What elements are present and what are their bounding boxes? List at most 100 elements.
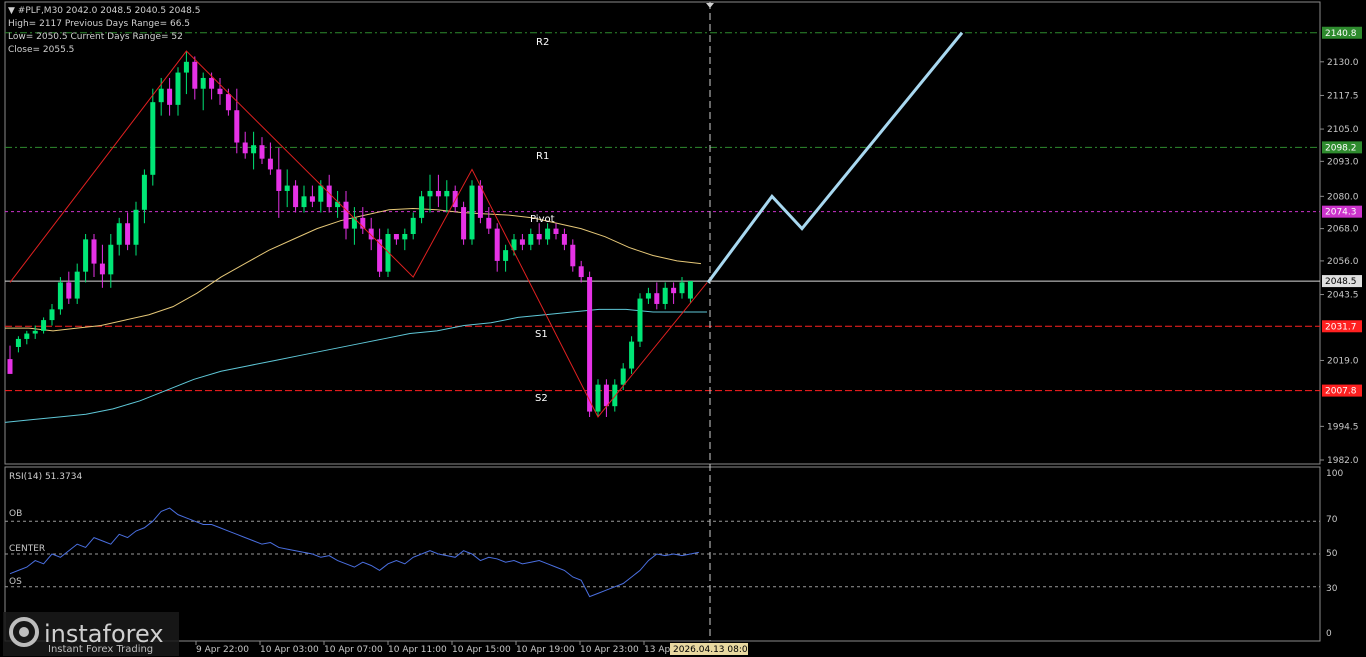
forecast-path	[706, 31, 964, 284]
candle-body	[553, 228, 559, 234]
candle-body	[595, 384, 601, 412]
candle-body	[393, 234, 399, 240]
price-tag-s2: 2007.8	[1325, 387, 1357, 397]
candle-body	[158, 88, 164, 103]
candle-body	[620, 368, 626, 385]
level-label-r2: R2	[536, 37, 549, 48]
candle-body	[410, 217, 416, 234]
candle-body	[183, 61, 189, 73]
zigzag-polyline	[9, 50, 708, 418]
level-label-s1: S1	[535, 329, 548, 340]
candle-body	[318, 185, 324, 202]
candle-body	[234, 110, 240, 143]
candle-body	[251, 145, 257, 154]
time-tick-label: 9 Apr 22:00	[196, 645, 249, 655]
candle-body	[66, 282, 72, 299]
candle-body	[167, 88, 173, 105]
rsi-scale-30: 30	[1326, 584, 1338, 594]
candle-body	[141, 174, 147, 210]
candle-body	[587, 277, 593, 412]
rsi-ob-label: OB	[9, 509, 22, 519]
candle-body	[150, 102, 156, 175]
instaforex-logo: instaforex Instant Forex Trading	[3, 612, 179, 656]
rsi-os-label: OS	[9, 577, 22, 587]
candle-body	[427, 190, 433, 197]
candle-body	[41, 320, 47, 331]
price-tick-label: 2093.0	[1327, 157, 1359, 167]
candle-body	[301, 196, 307, 208]
candle-body	[561, 234, 567, 245]
candle-body	[217, 88, 223, 95]
price-tag-pivot: 2074.3	[1325, 208, 1357, 218]
candle-body	[335, 201, 341, 208]
candle-body	[276, 169, 282, 191]
rsi-scale-70: 70	[1326, 515, 1338, 525]
candle-body	[629, 341, 635, 369]
header-high: High= 2117 Previous Days Range= 66.5	[8, 19, 190, 29]
candle-body	[108, 244, 114, 275]
rsi-center-label: CENTER	[9, 544, 45, 554]
price-tick-label: 2130.0	[1327, 58, 1359, 68]
watermark-tagline: Instant Forex Trading	[48, 644, 153, 655]
price-axis: 2140.8 2098.2 2074.3 2048.5 2031.7 2007.8 2130…	[1320, 26, 1362, 466]
candle-body	[671, 287, 677, 294]
candle-body	[284, 185, 290, 191]
candle-body	[637, 298, 643, 342]
rsi-scale-50: 50	[1326, 549, 1338, 559]
candle-body	[402, 234, 408, 240]
candle-body	[125, 223, 131, 245]
price-tick-label: 2080.0	[1327, 192, 1359, 202]
time-tick-label: 10 Apr 23:00	[580, 645, 639, 655]
price-tick-label: 2117.5	[1327, 91, 1359, 101]
candle-body	[225, 94, 231, 111]
candle-body	[452, 190, 458, 208]
level-label-r1: R1	[536, 151, 549, 162]
level-label-pivot: Pivot	[530, 214, 555, 225]
candle-body	[545, 228, 551, 240]
time-cursor-label: 2026.04.13 08:00	[673, 645, 754, 655]
candle-body	[209, 77, 215, 89]
candle-body	[469, 185, 475, 240]
time-tick-label: 10 Apr 15:00	[452, 645, 511, 655]
price-tag-s1: 2031.7	[1325, 322, 1357, 332]
price-tag-r1: 2098.2	[1325, 143, 1357, 153]
candle-body	[486, 217, 492, 229]
candle-body	[259, 145, 265, 159]
candle-body	[603, 384, 609, 407]
candle-body	[99, 263, 105, 275]
candle-body	[343, 201, 349, 229]
candle-body	[494, 228, 500, 261]
price-tick-label: 2068.0	[1327, 225, 1359, 235]
candle-body	[7, 359, 13, 374]
candle-body	[385, 234, 391, 272]
candle-body	[578, 266, 584, 278]
candle-body	[293, 185, 299, 208]
candle-body	[242, 142, 248, 154]
price-tick-label: 2056.0	[1327, 257, 1359, 267]
candle-body	[175, 72, 181, 105]
time-axis: 9 Apr 22:00 10 Apr 03:00 10 Apr 07:00 10 Ap…	[195, 641, 670, 655]
time-tick-label: 10 Apr 03:00	[260, 645, 319, 655]
header-close: Close= 2055.5	[8, 45, 74, 55]
price-tick-label: 2019.0	[1327, 356, 1359, 366]
time-tick-label: 13 Ap	[644, 645, 670, 655]
candle-body	[326, 185, 332, 208]
zigzag-line	[9, 50, 708, 418]
price-tick-label: 2043.5	[1327, 291, 1359, 301]
candle-body	[267, 158, 273, 170]
candle-body	[200, 77, 206, 89]
level-label-s2: S2	[535, 393, 548, 404]
candle-body	[49, 309, 55, 321]
time-tick-label: 10 Apr 07:00	[324, 645, 383, 655]
cursor-marker-icon	[706, 3, 714, 8]
candle-body	[528, 234, 534, 245]
candle-body	[536, 234, 542, 240]
rsi-scale-100: 100	[1326, 469, 1343, 479]
rsi-series	[5, 507, 1320, 598]
candle-body	[133, 209, 139, 245]
candle-body	[116, 223, 122, 245]
candle-body	[687, 281, 693, 299]
header-low: Low= 2050.5 Current Days Range= 52	[8, 32, 183, 42]
candle-body	[57, 282, 63, 310]
candle-body	[461, 207, 467, 240]
